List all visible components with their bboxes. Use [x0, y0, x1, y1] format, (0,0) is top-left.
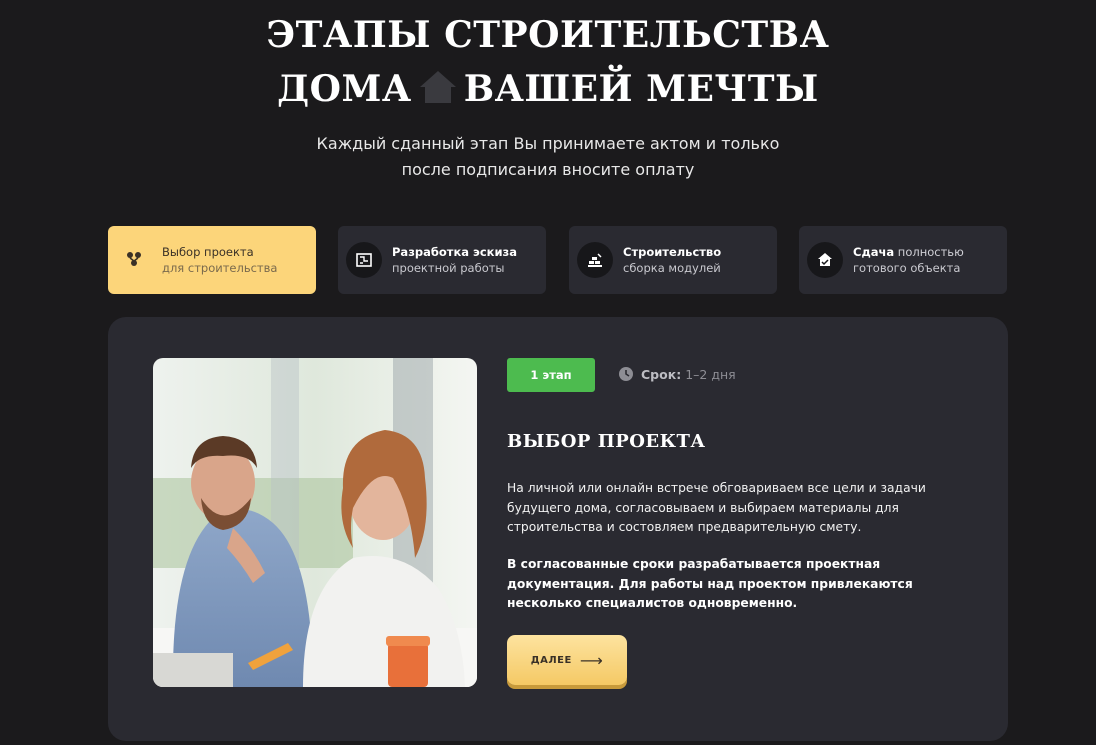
tab-handover[interactable]: Сдача полностью готового объекта — [799, 226, 1007, 294]
tab-4-title-rest: полностью — [894, 245, 964, 259]
tab-3-sub: сборка модулей — [623, 261, 721, 275]
people-icon — [116, 242, 152, 278]
next-button[interactable]: ДАЛЕЕ ⟶ — [507, 635, 627, 685]
tab-4-title: Сдача полностью — [853, 244, 964, 260]
house-check-icon — [807, 242, 843, 278]
title-line-2: ДОМА ВАШЕЙ МЕЧТЫ — [0, 62, 1096, 116]
subtitle-line-1: Каждый сданный этап Вы принимаете актом … — [316, 134, 780, 153]
title-line-2-end: ВАШЕЙ МЕЧТЫ — [463, 68, 819, 110]
tab-3-title: Строительство — [623, 245, 722, 259]
page-title: ЭТАПЫ СТРОИТЕЛЬСТВА ДОМА ВАШЕЙ МЕЧТЫ — [0, 8, 1096, 116]
tab-4-title-bold: Сдача — [853, 245, 895, 259]
stage-photo — [153, 358, 477, 687]
blueprint-icon — [346, 242, 382, 278]
tab-2-title: Разработка эскиза — [392, 245, 517, 259]
next-button-label: ДАЛЕЕ — [530, 654, 572, 666]
arrow-right-icon: ⟶ — [579, 650, 604, 670]
stage-title: ВЫБОР ПРОЕКТА — [507, 431, 706, 452]
tab-1-sub: для строительства — [162, 261, 278, 275]
tab-sketch[interactable]: Разработка эскиза проектной работы — [338, 226, 546, 294]
tab-project-choice[interactable]: Выбор проекта для строительства — [108, 226, 316, 294]
term-value: 1–2 дня — [685, 366, 736, 382]
stage-term: Срок: 1–2 дня — [618, 366, 736, 382]
stage-panel: 1 этап Срок: 1–2 дня ВЫБОР ПРОЕКТА На ли… — [108, 317, 1008, 741]
stage-tabs: Выбор проекта для строительства Разработ… — [108, 226, 1008, 294]
tab-1-title: Выбор проекта — [162, 245, 254, 259]
title-line-1: ЭТАПЫ СТРОИТЕЛЬСТВА — [266, 14, 830, 56]
term-label: Срок: — [641, 366, 682, 382]
house-icon — [419, 71, 456, 103]
stage-description: На личной или онлайн встрече обговаривае… — [507, 481, 926, 534]
stage-badge: 1 этап — [507, 358, 595, 392]
tab-construction[interactable]: Строительство сборка модулей — [569, 226, 777, 294]
stage-description-bold: В согласованные сроки разрабатывается пр… — [507, 557, 913, 610]
subtitle: Каждый сданный этап Вы принимаете актом … — [0, 131, 1096, 183]
title-line-2-start: ДОМА — [277, 68, 412, 110]
tab-2-sub: проектной работы — [392, 261, 505, 275]
subtitle-line-2: после подписания вносите оплату — [401, 160, 695, 179]
tab-4-sub: готового объекта — [853, 261, 961, 275]
bricks-icon — [577, 242, 613, 278]
clock-icon — [619, 367, 633, 381]
